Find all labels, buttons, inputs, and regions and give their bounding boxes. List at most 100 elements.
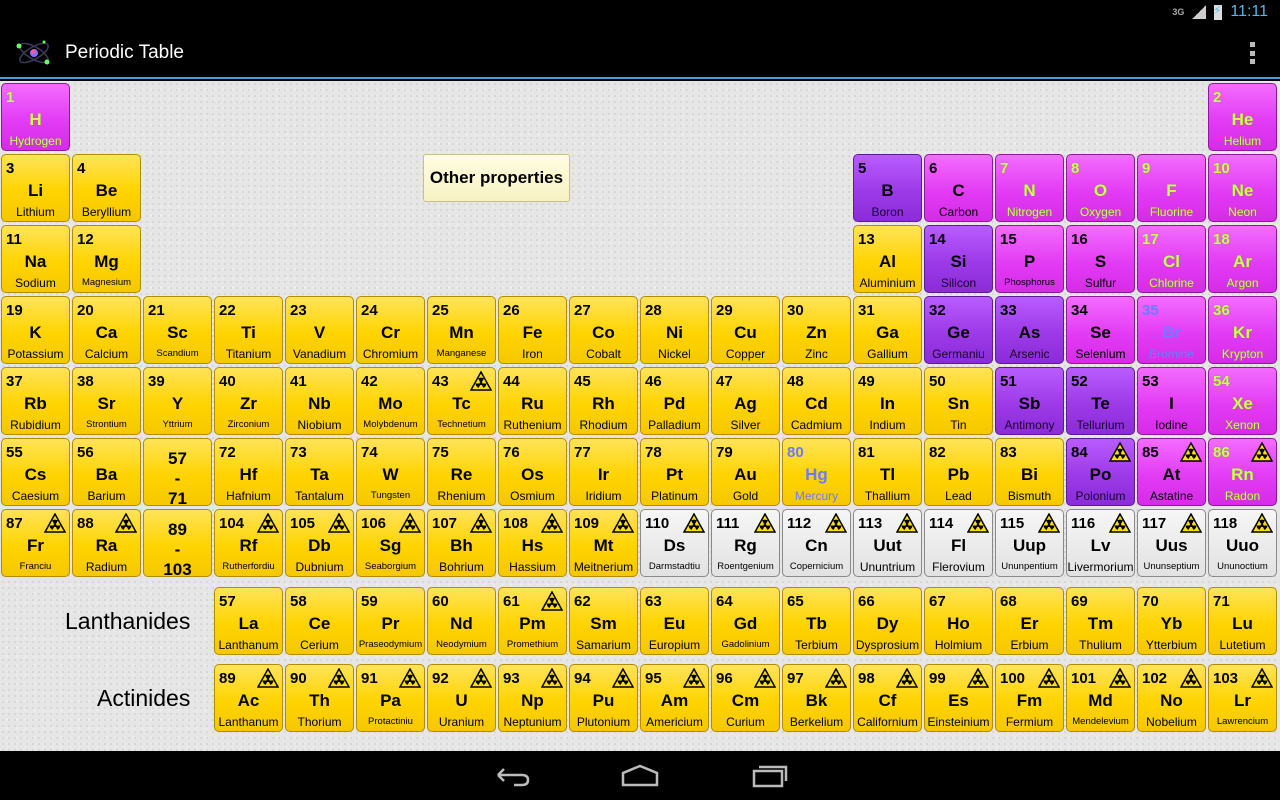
- element-cell[interactable]: 25 Mn Manganese: [427, 296, 496, 364]
- element-cell[interactable]: 34 Se Selenium: [1066, 296, 1135, 364]
- element-cell[interactable]: 26 Fe Iron: [498, 296, 567, 364]
- element-cell[interactable]: 10 Ne Neon: [1208, 154, 1277, 222]
- element-cell[interactable]: 6 C Carbon: [924, 154, 993, 222]
- element-cell[interactable]: 115 Uup Ununpentium: [995, 509, 1064, 577]
- element-cell[interactable]: 11 Na Sodium: [1, 225, 70, 293]
- element-cell[interactable]: 40 Zr Zirconium: [214, 367, 283, 435]
- element-cell[interactable]: 83 Bi Bismuth: [995, 438, 1064, 506]
- element-cell[interactable]: 67 Ho Holmium: [924, 587, 993, 655]
- element-cell[interactable]: 72 Hf Hafnium: [214, 438, 283, 506]
- element-cell[interactable]: 110 Ds Darmstadtiu: [640, 509, 709, 577]
- element-cell[interactable]: 3 Li Lithium: [1, 154, 70, 222]
- element-cell[interactable]: 27 Co Cobalt: [569, 296, 638, 364]
- element-cell[interactable]: 19 K Potassium: [1, 296, 70, 364]
- element-cell[interactable]: 45 Rh Rhodium: [569, 367, 638, 435]
- element-cell[interactable]: 81 Tl Thallium: [853, 438, 922, 506]
- element-cell[interactable]: 109 Mt Meitnerium: [569, 509, 638, 577]
- element-cell[interactable]: 113 Uut Ununtrium: [853, 509, 922, 577]
- element-cell[interactable]: 13 Al Aluminium: [853, 225, 922, 293]
- element-cell[interactable]: 42 Mo Molybdenum: [356, 367, 425, 435]
- element-cell[interactable]: 24 Cr Chromium: [356, 296, 425, 364]
- element-cell[interactable]: 112 Cn Copernicium: [782, 509, 851, 577]
- element-cell[interactable]: 65 Tb Terbium: [782, 587, 851, 655]
- element-cell[interactable]: 76 Os Osmium: [498, 438, 567, 506]
- element-cell[interactable]: 17 Cl Chlorine: [1137, 225, 1206, 293]
- element-cell[interactable]: 14 Si Silicon: [924, 225, 993, 293]
- element-cell[interactable]: 117 Uus Ununseptium: [1137, 509, 1206, 577]
- element-cell[interactable]: 22 Ti Titanium: [214, 296, 283, 364]
- element-cell[interactable]: 106 Sg Seaborgium: [356, 509, 425, 577]
- element-cell[interactable]: 94 Pu Plutonium: [569, 664, 638, 732]
- element-cell[interactable]: 87 Fr Franciu: [1, 509, 70, 577]
- atom-icon[interactable]: [14, 37, 54, 69]
- element-cell[interactable]: 30 Zn Zinc: [782, 296, 851, 364]
- element-cell[interactable]: 16 S Sulfur: [1066, 225, 1135, 293]
- recent-apps-icon[interactable]: [750, 761, 790, 789]
- element-cell[interactable]: 28 Ni Nickel: [640, 296, 709, 364]
- element-cell[interactable]: 37 Rb Rubidium: [1, 367, 70, 435]
- element-cell[interactable]: 92 U Uranium: [427, 664, 496, 732]
- element-cell[interactable]: 101 Md Mendelevium: [1066, 664, 1135, 732]
- element-cell[interactable]: 102 No Nobelium: [1137, 664, 1206, 732]
- element-cell[interactable]: 88 Ra Radium: [72, 509, 141, 577]
- element-cell[interactable]: 15 P Phosphorus: [995, 225, 1064, 293]
- element-cell[interactable]: 63 Eu Europium: [640, 587, 709, 655]
- back-icon[interactable]: [492, 761, 532, 789]
- element-cell[interactable]: 114 Fl Flerovium: [924, 509, 993, 577]
- element-cell[interactable]: 78 Pt Platinum: [640, 438, 709, 506]
- element-cell[interactable]: 36 Kr Krypton: [1208, 296, 1277, 364]
- element-cell[interactable]: 97 Bk Berkelium: [782, 664, 851, 732]
- element-cell[interactable]: 74 W Tungsten: [356, 438, 425, 506]
- element-cell[interactable]: 51 Sb Antimony: [995, 367, 1064, 435]
- element-cell[interactable]: 108 Hs Hassium: [498, 509, 567, 577]
- element-cell[interactable]: 50 Sn Tin: [924, 367, 993, 435]
- element-cell[interactable]: 89 - 103: [143, 509, 212, 577]
- element-cell[interactable]: 46 Pd Palladium: [640, 367, 709, 435]
- other-properties-button[interactable]: Other properties: [423, 154, 570, 202]
- element-cell[interactable]: 58 Ce Cerium: [285, 587, 354, 655]
- element-cell[interactable]: 98 Cf Californium: [853, 664, 922, 732]
- element-cell[interactable]: 52 Te Tellurium: [1066, 367, 1135, 435]
- element-cell[interactable]: 2 He Helium: [1208, 83, 1277, 151]
- element-cell[interactable]: 82 Pb Lead: [924, 438, 993, 506]
- element-cell[interactable]: 56 Ba Barium: [72, 438, 141, 506]
- element-cell[interactable]: 116 Lv Livermorium: [1066, 509, 1135, 577]
- element-cell[interactable]: 57 - 71: [143, 438, 212, 506]
- element-cell[interactable]: 77 Ir Iridium: [569, 438, 638, 506]
- element-cell[interactable]: 8 O Oxygen: [1066, 154, 1135, 222]
- element-cell[interactable]: 84 Po Polonium: [1066, 438, 1135, 506]
- element-cell[interactable]: 44 Ru Ruthenium: [498, 367, 567, 435]
- element-cell[interactable]: 1 H Hydrogen: [1, 83, 70, 151]
- element-cell[interactable]: 105 Db Dubnium: [285, 509, 354, 577]
- element-cell[interactable]: 75 Re Rhenium: [427, 438, 496, 506]
- element-cell[interactable]: 41 Nb Niobium: [285, 367, 354, 435]
- element-cell[interactable]: 53 I Iodine: [1137, 367, 1206, 435]
- element-cell[interactable]: 71 Lu Lutetium: [1208, 587, 1277, 655]
- element-cell[interactable]: 20 Ca Calcium: [72, 296, 141, 364]
- element-cell[interactable]: 31 Ga Gallium: [853, 296, 922, 364]
- element-cell[interactable]: 118 Uuo Ununoctium: [1208, 509, 1277, 577]
- element-cell[interactable]: 49 In Indium: [853, 367, 922, 435]
- element-cell[interactable]: 61 Pm Promethium: [498, 587, 567, 655]
- element-cell[interactable]: 4 Be Beryllium: [72, 154, 141, 222]
- element-cell[interactable]: 95 Am Americium: [640, 664, 709, 732]
- element-cell[interactable]: 57 La Lanthanum: [214, 587, 283, 655]
- element-cell[interactable]: 54 Xe Xenon: [1208, 367, 1277, 435]
- element-cell[interactable]: 33 As Arsenic: [995, 296, 1064, 364]
- element-cell[interactable]: 73 Ta Tantalum: [285, 438, 354, 506]
- element-cell[interactable]: 29 Cu Copper: [711, 296, 780, 364]
- element-cell[interactable]: 62 Sm Samarium: [569, 587, 638, 655]
- element-cell[interactable]: 93 Np Neptunium: [498, 664, 567, 732]
- element-cell[interactable]: 91 Pa Protactiniu: [356, 664, 425, 732]
- element-cell[interactable]: 103 Lr Lawrencium: [1208, 664, 1277, 732]
- element-cell[interactable]: 38 Sr Strontium: [72, 367, 141, 435]
- overflow-menu-icon[interactable]: [1246, 40, 1258, 66]
- element-cell[interactable]: 89 Ac Lanthanum: [214, 664, 283, 732]
- element-cell[interactable]: 18 Ar Argon: [1208, 225, 1277, 293]
- element-cell[interactable]: 70 Yb Ytterbium: [1137, 587, 1206, 655]
- element-cell[interactable]: 23 V Vanadium: [285, 296, 354, 364]
- element-cell[interactable]: 39 Y Yttrium: [143, 367, 212, 435]
- element-cell[interactable]: 96 Cm Curium: [711, 664, 780, 732]
- element-cell[interactable]: 68 Er Erbium: [995, 587, 1064, 655]
- element-cell[interactable]: 43 Tc Technetium: [427, 367, 496, 435]
